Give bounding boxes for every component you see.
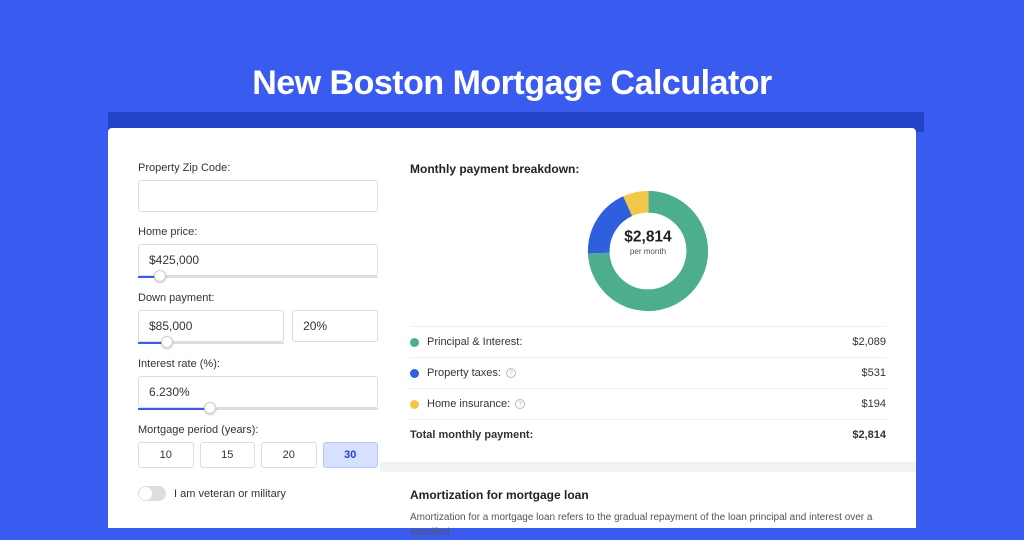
legend-label: Home insurance:? [427, 398, 862, 410]
home-price-label: Home price: [138, 226, 378, 238]
down-payment-label: Down payment: [138, 292, 378, 304]
interest-rate-slider[interactable] [138, 408, 378, 410]
veteran-toggle-label: I am veteran or military [174, 488, 286, 500]
donut-chart: $2,814 per month [583, 186, 713, 316]
legend-dot [410, 400, 419, 409]
legend-total-value: $2,814 [852, 429, 886, 441]
legend-label: Property taxes:? [427, 367, 862, 379]
legend-list: Principal & Interest:$2,089Property taxe… [410, 326, 886, 419]
legend-dot [410, 369, 419, 378]
zip-label: Property Zip Code: [138, 162, 378, 174]
slider-thumb[interactable] [154, 270, 166, 282]
legend-value: $194 [862, 398, 886, 410]
donut-center-sub: per month [608, 248, 688, 257]
legend-dot [410, 338, 419, 347]
period-button-group: 10152030 [138, 442, 378, 468]
down-payment-input[interactable] [138, 310, 284, 342]
interest-rate-input[interactable] [138, 376, 378, 408]
legend-row: Home insurance:?$194 [410, 388, 886, 419]
period-button-10[interactable]: 10 [138, 442, 194, 468]
down-payment-slider[interactable] [138, 342, 284, 344]
amortization-title: Amortization for mortgage loan [410, 488, 886, 502]
veteran-toggle[interactable] [138, 486, 166, 501]
legend-label: Principal & Interest: [427, 336, 852, 348]
legend-value: $531 [862, 367, 886, 379]
info-icon[interactable]: ? [515, 399, 525, 409]
breakdown-column: Monthly payment breakdown: $2,814 per mo… [410, 152, 886, 528]
legend-row: Property taxes:?$531 [410, 357, 886, 388]
calculator-card: Property Zip Code: Home price: Down paym… [108, 128, 916, 528]
legend-row: Principal & Interest:$2,089 [410, 326, 886, 357]
period-button-30[interactable]: 30 [323, 442, 379, 468]
breakdown-title: Monthly payment breakdown: [410, 162, 886, 176]
mortgage-period-label: Mortgage period (years): [138, 424, 378, 436]
slider-thumb[interactable] [204, 402, 216, 414]
zip-input[interactable] [138, 180, 378, 212]
legend-total-label: Total monthly payment: [410, 429, 852, 441]
form-column: Property Zip Code: Home price: Down paym… [138, 152, 378, 528]
home-price-input[interactable] [138, 244, 378, 276]
down-payment-pct-input[interactable] [292, 310, 378, 342]
home-price-slider[interactable] [138, 276, 378, 278]
legend-value: $2,089 [852, 336, 886, 348]
amortization-section: Amortization for mortgage loan Amortizat… [380, 462, 916, 540]
page-root: New Boston Mortgage Calculator Property … [0, 0, 1024, 512]
period-button-15[interactable]: 15 [200, 442, 256, 468]
info-icon[interactable]: ? [506, 368, 516, 378]
legend-row-total: Total monthly payment: $2,814 [410, 419, 886, 450]
amortization-text: Amortization for a mortgage loan refers … [410, 510, 886, 540]
veteran-toggle-row: I am veteran or military [138, 486, 378, 501]
donut-chart-area: $2,814 per month [410, 186, 886, 316]
interest-rate-label: Interest rate (%): [138, 358, 378, 370]
slider-thumb[interactable] [161, 336, 173, 348]
period-button-20[interactable]: 20 [261, 442, 317, 468]
donut-center-amount: $2,814 [608, 229, 688, 248]
